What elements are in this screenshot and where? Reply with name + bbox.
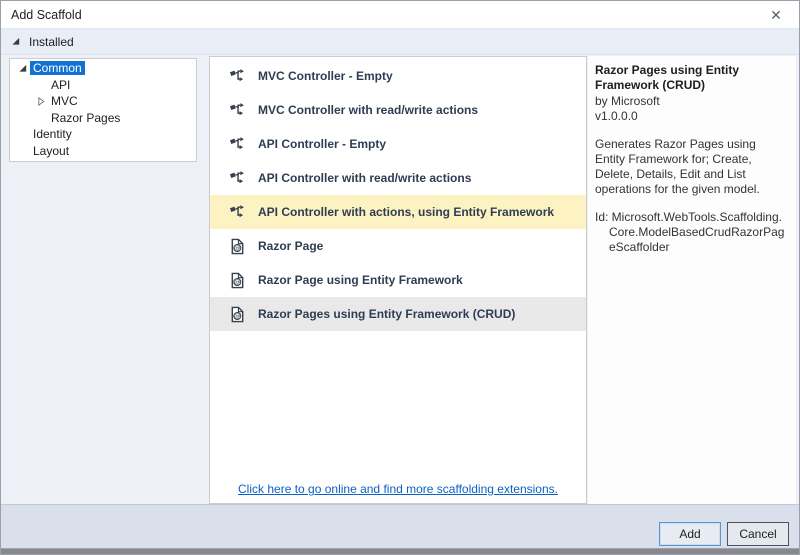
title-bar: Add Scaffold ✕ xyxy=(1,1,799,29)
scaffold-item-label: MVC Controller - Empty xyxy=(258,69,393,83)
details-id: Id: Microsoft.WebTools.Scaffolding.Core.… xyxy=(595,210,786,255)
details-panel: Razor Pages using Entity Framework (CRUD… xyxy=(588,56,796,504)
installed-label: Installed xyxy=(29,35,74,49)
scaffold-item-mvc-controller-with-read-write-actions[interactable]: MVC Controller with read/write actions xyxy=(210,93,586,127)
svg-text:@: @ xyxy=(234,278,240,286)
controller-icon xyxy=(228,67,246,85)
scaffold-item-label: MVC Controller with read/write actions xyxy=(258,103,478,117)
controller-icon xyxy=(228,203,246,221)
add-button[interactable]: Add xyxy=(659,522,721,546)
expand-icon xyxy=(12,37,21,46)
details-version: v1.0.0.0 xyxy=(595,109,786,124)
scaffold-item-label: API Controller with read/write actions xyxy=(258,171,471,185)
tree-item-razor-pages[interactable]: Razor Pages xyxy=(10,110,196,127)
scaffold-item-razor-pages-using-entity-framework-crud[interactable]: @ Razor Pages using Entity Framework (CRU… xyxy=(210,297,586,331)
tree-item-label: MVC xyxy=(48,94,81,108)
installed-section-header[interactable]: Installed xyxy=(1,29,799,55)
more-extensions-link[interactable]: Click here to go online and find more sc… xyxy=(210,482,586,496)
scaffold-item-mvc-controller-empty[interactable]: MVC Controller - Empty xyxy=(210,59,586,93)
tree-item-label: Razor Pages xyxy=(48,111,123,125)
razor-page-icon: @ xyxy=(228,305,246,323)
tree-item-common[interactable]: Common xyxy=(10,60,196,77)
scaffold-item-api-controller-empty[interactable]: API Controller - Empty xyxy=(210,127,586,161)
cancel-button[interactable]: Cancel xyxy=(727,522,789,546)
category-tree: Common API MVC Razor Pages Identity Layout xyxy=(9,58,197,162)
tree-item-label: Layout xyxy=(30,144,72,158)
scaffold-item-label: API Controller - Empty xyxy=(258,137,386,151)
tree-item-identity[interactable]: Identity xyxy=(10,126,196,143)
scaffold-item-api-controller-with-actions-using-entity-framework[interactable]: API Controller with actions, using Entit… xyxy=(210,195,586,229)
tree-item-label: API xyxy=(48,78,73,92)
controller-icon xyxy=(228,135,246,153)
controller-icon xyxy=(228,101,246,119)
footer-bar: Add Cancel xyxy=(1,504,799,548)
add-scaffold-dialog: Add Scaffold ✕ Installed Common API MVC Raz… xyxy=(0,0,800,555)
razor-page-icon: @ xyxy=(228,271,246,289)
tree-item-label: Common xyxy=(30,61,85,75)
scaffold-item-label: Razor Pages using Entity Framework (CRUD… xyxy=(258,307,515,321)
scaffold-item-label: Razor Page using Entity Framework xyxy=(258,273,463,287)
tree-item-mvc[interactable]: MVC xyxy=(10,93,196,110)
scaffold-item-api-controller-with-read-write-actions[interactable]: API Controller with read/write actions xyxy=(210,161,586,195)
svg-text:@: @ xyxy=(234,312,240,320)
controller-icon xyxy=(228,169,246,187)
razor-page-icon: @ xyxy=(228,237,246,255)
expand-icon[interactable] xyxy=(17,64,30,73)
details-title: Razor Pages using Entity Framework (CRUD… xyxy=(595,63,786,93)
details-description: Generates Razor Pages using Entity Frame… xyxy=(595,137,786,197)
tree-item-layout[interactable]: Layout xyxy=(10,143,196,160)
scaffold-item-razor-page-using-entity-framework[interactable]: @ Razor Page using Entity Framework xyxy=(210,263,586,297)
scaffold-item-label: Razor Page xyxy=(258,239,323,253)
tree-item-api[interactable]: API xyxy=(10,77,196,94)
scaffold-item-razor-page[interactable]: @ Razor Page xyxy=(210,229,586,263)
dialog-title: Add Scaffold xyxy=(11,8,82,22)
collapse-icon[interactable] xyxy=(35,97,48,106)
close-icon[interactable]: ✕ xyxy=(765,5,787,25)
scaffold-item-label: API Controller with actions, using Entit… xyxy=(258,205,554,219)
svg-text:@: @ xyxy=(234,244,240,252)
tree-item-label: Identity xyxy=(30,127,75,141)
details-author: by Microsoft xyxy=(595,94,786,109)
scaffold-list: MVC Controller - Empty MVC Controller wit… xyxy=(209,56,587,504)
window-bottom-edge xyxy=(1,548,799,555)
